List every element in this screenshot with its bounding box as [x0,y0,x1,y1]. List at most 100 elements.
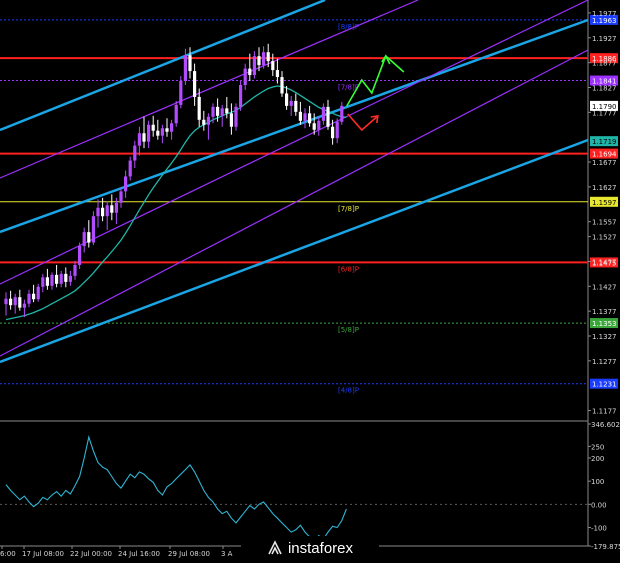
cci-tick-label: -100 [591,524,607,532]
level-price-label: 1.1353 [592,320,617,328]
bear-candle [326,106,330,127]
price-tick-label: 1.1557 [592,219,617,227]
murray-level-label: [6/8]P [338,265,359,273]
instaforex-logo: instaforex [241,536,379,560]
bull-candle [303,113,307,121]
cci-tick-label: 346.6021 [591,421,620,429]
bull-candle [41,277,45,287]
bull-candle [220,108,224,116]
bear-candle [312,123,316,130]
price-tick-label: 1.1477 [592,258,617,266]
current-price-label: 1.1790 [592,103,617,111]
price-tick-label: 1.1627 [592,184,617,192]
time-tick-label: 3 A [221,550,233,558]
bull-candle [335,121,339,139]
bear-candle [298,111,302,121]
bull-candle [13,297,17,306]
bear-candle [216,106,220,116]
bull-candle [147,124,151,142]
bear-candle [142,133,146,142]
bull-candle [243,68,247,86]
bear-candle [294,100,298,112]
bear-candle [331,126,335,139]
time-tick-label: 22 Jul 00:00 [70,550,112,558]
bull-candle [78,246,82,265]
chart-background [0,0,620,563]
logo-text: instaforex [287,539,354,557]
time-tick-label: 6:00 [0,550,16,558]
cci-tick-label: 0.00 [591,501,607,509]
bull-candle [59,273,63,284]
bull-candle [133,145,137,161]
murray-level-label: [4/8]P [338,387,359,395]
price-tick-label: 1.1877 [592,60,617,68]
cci-tick-label: 100 [591,478,604,486]
bull-candle [73,264,77,276]
bull-candle [262,52,266,66]
bull-candle [234,106,238,127]
murray-level-label: [7/8]P [338,205,359,213]
price-chart: [8/8]P1.19631.1886[7/8]P1.18411.1694[7/8… [0,0,620,563]
bear-candle [64,273,68,282]
time-tick-label: 17 Jul 08:00 [22,550,64,558]
bull-candle [183,55,187,82]
bull-candle [289,100,293,106]
cci-tick-label: 200 [591,455,604,463]
price-tick-label: 1.1277 [592,358,617,366]
bear-candle [9,298,13,306]
level-price-label: 1.1694 [592,151,617,159]
bull-candle [170,123,174,132]
time-tick-label: 24 Jul 16:00 [118,550,160,558]
bear-candle [55,274,59,284]
bear-candle [271,61,275,71]
bear-candle [110,205,114,213]
ma-price-label: 1.1719 [592,138,617,146]
bear-candle [308,113,312,124]
chart-frame [0,0,620,563]
price-tick-label: 1.1977 [592,10,617,18]
price-tick-label: 1.1327 [592,333,617,341]
murray-level-label: [5/8]P [338,326,359,334]
bear-candle [202,119,206,125]
price-tick-label: 1.1527 [592,234,617,242]
bull-candle [317,120,321,130]
bull-candle [68,275,72,282]
instaforex-logo-icon [268,540,282,555]
bull-candle [82,232,86,247]
bear-candle [266,52,270,62]
bull-candle [105,205,109,217]
bear-candle [18,297,22,308]
price-tick-label: 1.1177 [592,408,617,416]
bear-candle [275,70,279,78]
price-tick-label: 1.1377 [592,308,617,316]
bull-candle [160,128,164,136]
bull-candle [124,176,128,192]
bull-candle [179,81,183,105]
bear-candle [248,68,252,76]
bull-candle [128,160,132,177]
bear-candle [285,93,289,106]
bull-candle [252,56,256,76]
bull-candle [22,303,26,308]
bull-candle [206,116,210,125]
bear-candle [156,130,160,136]
price-tick-label: 1.1827 [592,84,617,92]
bull-candle [27,293,31,304]
bear-candle [229,113,233,127]
level-price-label: 1.1231 [592,381,617,389]
bear-candle [165,128,169,132]
price-tick-label: 1.1927 [592,35,617,43]
cci-tick-label: 250 [591,443,604,451]
bull-candle [96,207,100,217]
price-tick-label: 1.1427 [592,283,617,291]
bear-candle [280,77,284,94]
level-price-label: 1.1597 [592,199,617,207]
bull-candle [239,85,243,107]
bull-candle [321,106,325,121]
bear-candle [257,56,261,66]
level-price-label: 1.1963 [592,17,617,25]
bear-candle [151,124,155,131]
bear-candle [87,232,91,243]
bear-candle [188,55,192,72]
bull-candle [4,298,8,305]
